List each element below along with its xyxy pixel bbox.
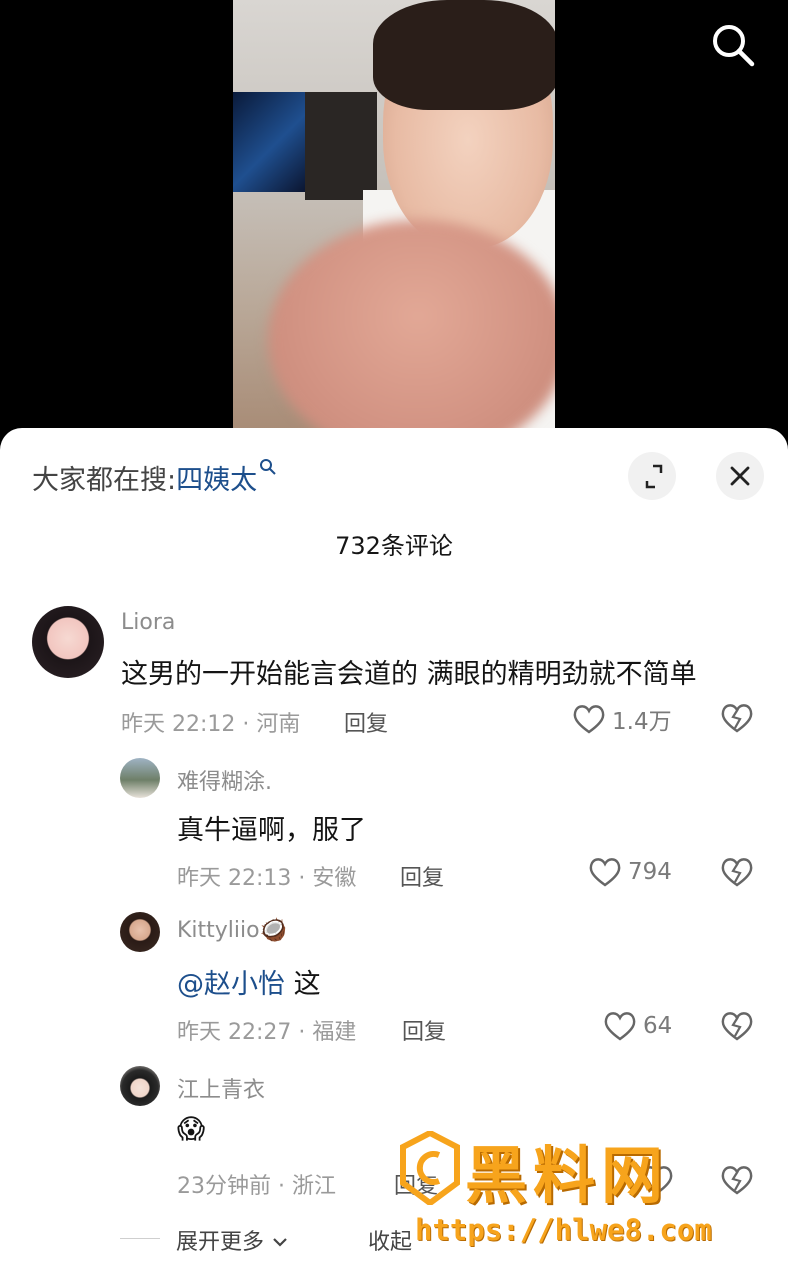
expand-icon[interactable] — [628, 452, 676, 500]
divider-line — [120, 1238, 160, 1239]
comment-time-location: 昨天 22:12 · 河南 — [121, 712, 301, 737]
collapse-button[interactable]: 收起 — [368, 1224, 412, 1256]
reply-time-location: 23分钟前 · 浙江 — [177, 1174, 336, 1199]
like-button[interactable]: 1.4万 — [572, 702, 672, 736]
avatar[interactable] — [120, 912, 160, 952]
video-player[interactable] — [0, 0, 788, 440]
comment-username[interactable]: Liora — [121, 610, 175, 635]
like-count: 64 — [643, 1013, 673, 1039]
expand-more-label: 展开更多 — [176, 1230, 265, 1255]
small-search-icon — [260, 459, 276, 475]
expand-more-button[interactable]: 展开更多 — [176, 1224, 289, 1256]
like-count: 1.4万 — [612, 709, 672, 735]
background-tv — [233, 92, 305, 192]
reply-item: 江上青衣 😱 23分钟前 · 浙江 回复 — [0, 1064, 788, 1214]
close-icon[interactable] — [716, 452, 764, 500]
search-suggestion[interactable]: 大家都在搜:四姨太 — [32, 458, 277, 497]
heart-icon — [589, 858, 621, 887]
reply-button[interactable]: 回复 — [402, 1014, 446, 1046]
reply-item: 难得糊涂. 真牛逼啊，服了 昨天 22:13 · 安徽 回复 794 — [0, 756, 788, 906]
user-mention[interactable]: @赵小怡 — [177, 969, 285, 1000]
avatar[interactable] — [32, 606, 104, 678]
blurred-finger — [268, 220, 555, 440]
background-shelf — [305, 92, 377, 200]
replies-controls: 展开更多 收起 — [120, 1224, 788, 1256]
reply-text: 😱 — [177, 1114, 206, 1145]
reply-button[interactable]: 回复 — [394, 1168, 438, 1200]
search-icon[interactable] — [708, 20, 758, 70]
chevron-down-icon — [273, 1238, 287, 1247]
like-button[interactable] — [640, 1164, 680, 1196]
reply-text-body: 这 — [285, 969, 321, 1000]
reply-button[interactable]: 回复 — [400, 860, 444, 892]
reply-time-location: 昨天 22:13 · 安徽 — [177, 866, 357, 891]
reply-text: @赵小怡 这 — [177, 962, 321, 1001]
reply-username[interactable]: 难得糊涂. — [177, 764, 272, 796]
avatar[interactable] — [120, 758, 160, 798]
reply-item: Kittyliio🥥 @赵小怡 这 昨天 22:27 · 福建 回复 64 — [0, 910, 788, 1060]
reply-time-location: 昨天 22:27 · 福建 — [177, 1020, 357, 1045]
person-hair — [373, 0, 555, 110]
dislike-icon[interactable] — [720, 856, 754, 892]
reply-button[interactable]: 回复 — [344, 706, 388, 738]
heart-icon — [573, 705, 605, 734]
dislike-icon[interactable] — [720, 1010, 754, 1046]
like-button[interactable]: 794 — [588, 856, 672, 888]
comment-item: Liora 这男的一开始能言会道的 满眼的精明劲就不简单 昨天 22:12 · … — [0, 600, 788, 750]
heart-icon — [641, 1166, 673, 1195]
dislike-icon[interactable] — [720, 1164, 754, 1200]
avatar[interactable] — [120, 1066, 160, 1106]
search-suggestion-term[interactable]: 四姨太 — [176, 465, 257, 496]
heart-icon — [604, 1012, 636, 1041]
reply-username[interactable]: Kittyliio🥥 — [177, 918, 287, 943]
dislike-icon[interactable] — [720, 702, 754, 738]
like-button[interactable]: 64 — [603, 1010, 672, 1042]
like-count: 794 — [628, 859, 672, 885]
comment-text: 这男的一开始能言会道的 满眼的精明劲就不简单 — [121, 659, 697, 690]
comment-count: 732条评论 — [335, 532, 453, 560]
video-frame — [233, 0, 555, 440]
reply-text: 真牛逼啊，服了 — [177, 815, 366, 846]
search-suggestion-prefix: 大家都在搜: — [32, 465, 177, 496]
reply-username[interactable]: 江上青衣 — [177, 1072, 265, 1104]
